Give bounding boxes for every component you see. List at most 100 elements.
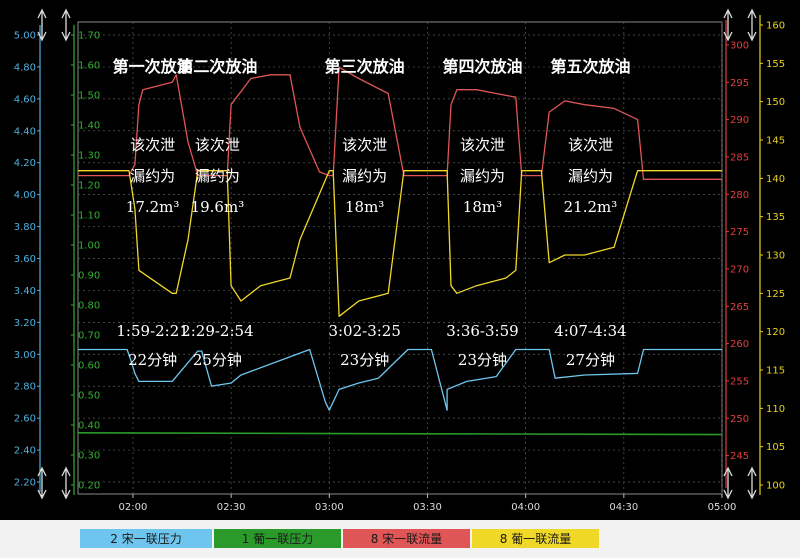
x-tick-label: 05:00 [708, 502, 737, 513]
annotation-text: 漏约为 [460, 167, 505, 185]
y-tick-label: 300 [730, 40, 749, 51]
y-tick-label: 295 [730, 78, 749, 89]
y-tick-label: 4.00 [14, 190, 36, 201]
chart-background [0, 0, 800, 520]
y-tick-label: 1.10 [78, 211, 100, 222]
y-tick-label: 0.90 [78, 271, 100, 282]
y-tick-label: 150 [766, 97, 785, 108]
annotation-text: 3:02-3:25 [328, 322, 400, 340]
annotation-text: 23分钟 [340, 351, 389, 369]
y-tick-label: 100 [766, 481, 785, 492]
y-tick-label: 1.30 [78, 151, 100, 162]
y-tick-label: 265 [730, 302, 749, 313]
y-tick-label: 285 [730, 152, 749, 163]
y-tick-label: 135 [766, 212, 785, 223]
x-tick-label: 04:00 [511, 502, 540, 513]
y-tick-label: 105 [766, 442, 785, 453]
annotation-text: 3:36-3:59 [446, 322, 518, 340]
y-tick-label: 0.60 [78, 361, 100, 372]
annotation-text: 22分钟 [128, 351, 177, 369]
annotation-text: 23分钟 [458, 351, 507, 369]
y-tick-label: 2.80 [14, 382, 36, 393]
x-tick-label: 03:30 [413, 502, 442, 513]
y-tick-label: 0.50 [78, 391, 100, 402]
annotation-text: 第二次放油 [177, 57, 257, 76]
annotation-text: 该次泄 [342, 136, 387, 154]
annotation-text: 漏约为 [130, 167, 175, 185]
y-tick-label: 5.00 [14, 31, 36, 42]
y-tick-label: 2.60 [14, 414, 36, 425]
y-tick-label: 260 [730, 339, 749, 350]
y-tick-label: 290 [730, 115, 749, 126]
annotation-text: 该次泄 [460, 136, 505, 154]
annotation-text: 18m³ [463, 198, 502, 216]
annotation-text: 27分钟 [566, 351, 615, 369]
y-tick-label: 280 [730, 190, 749, 201]
annotation-text: 第三次放油 [325, 57, 405, 76]
y-tick-label: 1.70 [78, 31, 100, 42]
legend-label: 8 葡一联流量 [500, 532, 571, 546]
annotation-text: 该次泄 [195, 136, 240, 154]
y-tick-label: 3.80 [14, 222, 36, 233]
annotation-text: 漏约为 [342, 167, 387, 185]
legend-label: 1 葡一联压力 [242, 532, 313, 546]
legend-label: 8 宋一联流量 [371, 531, 442, 546]
y-tick-label: 120 [766, 327, 785, 338]
y-tick-label: 145 [766, 136, 785, 147]
y-tick-label: 0.40 [78, 421, 100, 432]
y-tick-label: 1.00 [78, 241, 100, 252]
x-tick-label: 03:00 [315, 502, 344, 513]
y-tick-label: 155 [766, 59, 785, 70]
y-tick-label: 1.60 [78, 61, 100, 72]
annotation-text: 25分钟 [193, 351, 242, 369]
y-tick-label: 2.40 [14, 446, 36, 457]
y-tick-label: 1.50 [78, 91, 100, 102]
chart-svg: 2.20 2.40 2.60 2.80 3.00 3.20 3.40 3.60 3.80 4.00… [0, 0, 800, 558]
x-tick-label: 04:30 [609, 502, 638, 513]
x-tick-label: 02:00 [119, 502, 148, 513]
y-tick-label: 3.40 [14, 286, 36, 297]
y-tick-label: 2.20 [14, 478, 36, 489]
annotation-text: 漏约为 [195, 167, 240, 185]
y-tick-label: 4.80 [14, 62, 36, 73]
annotation-text: 4:07-4:34 [554, 322, 626, 340]
y-tick-label: 125 [766, 289, 785, 300]
y-tick-label: 160 [766, 21, 785, 32]
y-tick-label: 115 [766, 366, 785, 377]
annotation-text: 18m³ [345, 198, 384, 216]
y-tick-label: 275 [730, 227, 749, 238]
y-tick-label: 0.80 [78, 301, 100, 312]
annotation-text: 19.6m³ [191, 198, 245, 216]
y-tick-label: 270 [730, 264, 749, 275]
y-tick-label: 0.20 [78, 481, 100, 492]
y-tick-label: 3.60 [14, 254, 36, 265]
legend-label: 2 宋一联压力 [110, 531, 181, 546]
annotation-text: 第五次放油 [550, 57, 630, 76]
y-tick-label: 4.20 [14, 158, 36, 169]
annotation-text: 第四次放油 [442, 57, 522, 76]
legend: 2 宋一联压力 1 葡一联压力 8 宋一联流量 8 葡一联流量 [80, 529, 599, 548]
annotation-text: 1:59-2:21 [116, 322, 188, 340]
y-tick-label: 0.70 [78, 331, 100, 342]
y-tick-label: 3.20 [14, 318, 36, 329]
y-tick-label: 130 [766, 251, 785, 262]
y-tick-label: 140 [766, 174, 785, 185]
annotation-text: 该次泄 [568, 136, 613, 154]
y-tick-label: 0.30 [78, 451, 100, 462]
annotation-text: 该次泄 [130, 136, 175, 154]
y-tick-label: 245 [730, 451, 749, 462]
y-tick-label: 250 [730, 414, 749, 425]
y-tick-label: 3.00 [14, 350, 36, 361]
annotation-text: 21.2m³ [564, 198, 618, 216]
y-tick-label: 255 [730, 376, 749, 387]
y-tick-label: 4.40 [14, 126, 36, 137]
y-tick-label: 1.40 [78, 121, 100, 132]
x-tick-label: 02:30 [217, 502, 246, 513]
annotation-text: 漏约为 [568, 167, 613, 185]
y-tick-label: 1.20 [78, 181, 100, 192]
y-tick-label: 4.60 [14, 94, 36, 105]
multi-axis-line-chart: 2.20 2.40 2.60 2.80 3.00 3.20 3.40 3.60 3.80 4.00… [0, 0, 800, 558]
y-tick-label: 110 [766, 404, 785, 415]
annotation-text: 17.2m³ [126, 198, 180, 216]
annotation-text: 2:29-2:54 [181, 322, 253, 340]
